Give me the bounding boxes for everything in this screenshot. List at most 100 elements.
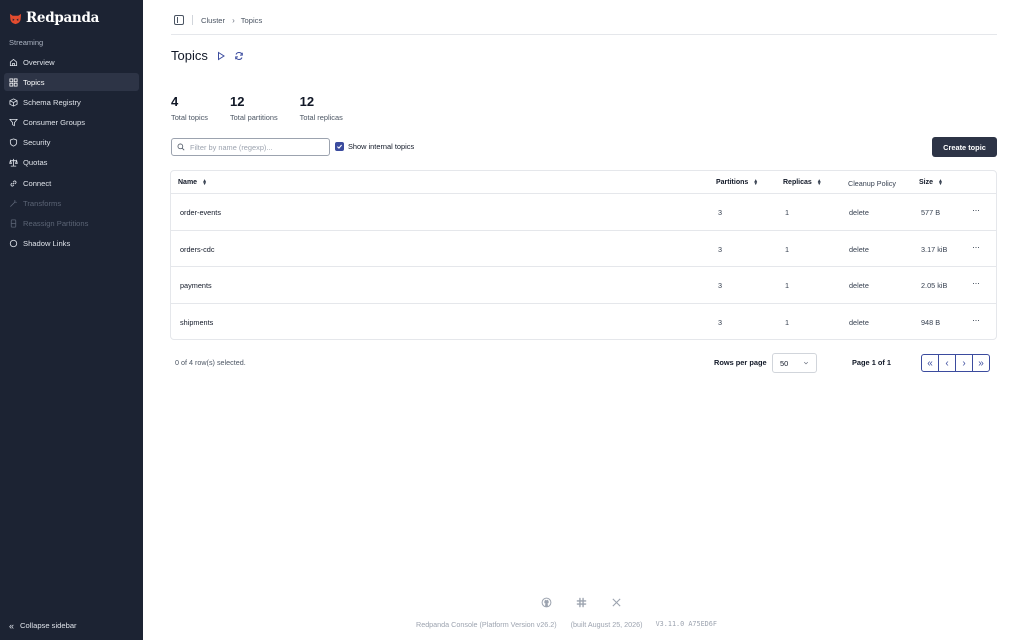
next-page-button[interactable]: › (955, 354, 973, 372)
table-row[interactable]: order-events 3 1 delete 577 B ··· (171, 194, 996, 231)
filter-input-wrapper (171, 138, 330, 156)
checkbox-checked[interactable] (335, 142, 344, 151)
sort-icon: ▲ ▼ (816, 177, 822, 187)
play-icon[interactable] (216, 51, 226, 61)
sidebar-item-label: Reassign Partitions (23, 219, 89, 228)
cell-replicas: 1 (785, 244, 790, 254)
column-header-partitions[interactable]: Partitions ▲ ▼ (716, 178, 758, 186)
breadcrumb-cluster[interactable]: Cluster (201, 16, 225, 25)
column-header-size[interactable]: Size ▲ ▼ (919, 177, 943, 187)
sidebar-item-label: Connect (23, 178, 52, 188)
more-actions-icon[interactable]: ··· (972, 315, 980, 325)
footer-version-info: Redpanda Console (Platform Version v26.2… (416, 620, 717, 629)
search-icon (177, 143, 185, 151)
breadcrumb-topics[interactable]: Topics (241, 16, 263, 25)
sidebar-item-overview[interactable]: Overview (4, 53, 139, 71)
footer-built-date: (built August 25, 2026) (570, 620, 643, 629)
refresh-icon[interactable] (234, 51, 244, 61)
brand-logo[interactable]: Redpanda (9, 10, 99, 26)
more-actions-icon[interactable]: ··· (972, 205, 980, 215)
funnel-icon (9, 118, 18, 127)
section-label-streaming: Streaming (9, 38, 44, 47)
sidebar-item-shadow-links[interactable]: Shadow Links (4, 235, 139, 253)
more-actions-icon[interactable]: ··· (972, 242, 980, 252)
rows-per-page-value: 50 (780, 358, 789, 368)
topic-name[interactable]: order-events (180, 208, 221, 217)
sidebar-item-label: Security (23, 138, 51, 148)
sidebar-item-consumer-groups[interactable]: Consumer Groups (4, 114, 139, 132)
show-internal-topics-toggle[interactable]: Show internal topics (335, 142, 414, 151)
sidebar-item-label: Schema Registry (23, 97, 81, 107)
stat-label: Total partitions (229, 113, 278, 122)
column-header-name[interactable]: Name ▲ ▼ (178, 178, 207, 186)
table-row[interactable]: shipments 3 1 delete 948 B ··· (171, 304, 996, 341)
sidebar-item-topics[interactable]: Topics (4, 73, 139, 92)
sort-icon: ▲ ▼ (938, 177, 943, 187)
footer-social-links (541, 597, 646, 609)
sidebar-toggle-icon[interactable] (174, 15, 184, 25)
table-header: Name ▲ ▼ Partitions ▲ ▼ Replicas ▲ ▼ Cleanu… (171, 171, 996, 194)
column-header-cleanup-policy: Cleanup Policy (848, 179, 896, 188)
cell-partitions: 3 (718, 281, 723, 290)
sidebar-item-security[interactable]: Security (4, 134, 139, 152)
stat-value: 12 (229, 94, 245, 109)
circle-icon (9, 239, 18, 248)
sidebar-item-transforms: Transforms (4, 194, 139, 212)
cell-cleanup-policy: delete (849, 244, 869, 254)
stat-total-partitions: 12 Total partitions (230, 94, 278, 122)
sidebar-item-reassign-partitions: Reassign Partitions (4, 215, 139, 233)
last-page-button[interactable]: » (972, 354, 990, 372)
first-page-button[interactable]: « (921, 354, 939, 372)
filter-input[interactable] (190, 142, 320, 152)
topic-name[interactable]: payments (180, 281, 212, 290)
stats-row: 4 Total topics 12 Total partitions 12 To… (171, 94, 365, 122)
stat-total-replicas: 12 Total replicas (300, 94, 343, 122)
footer-product: Redpanda Console (Platform Version v26.2… (416, 620, 557, 629)
cell-partitions: 3 (718, 317, 723, 327)
page-header: Topics (171, 48, 244, 63)
column-label: Name (178, 179, 198, 186)
sidebar: Redpanda Streaming Overview Topics Schem… (0, 0, 143, 640)
cell-size: 3.17 kiB (921, 244, 948, 254)
pagination-controls: « ‹ › » (921, 354, 990, 372)
slack-icon[interactable] (576, 597, 588, 609)
chevron-right-icon: › (232, 15, 235, 25)
cell-partitions: 3 (718, 244, 723, 254)
cell-cleanup-policy: delete (849, 317, 869, 327)
create-topic-button[interactable]: Create topic (932, 137, 997, 157)
column-label: Size (919, 179, 934, 186)
column-label: Replicas (783, 179, 812, 186)
table-row[interactable]: payments 3 1 delete 2.05 kiB ··· (171, 267, 996, 304)
sidebar-item-schema-registry[interactable]: Schema Registry (4, 93, 139, 111)
cell-size: 948 B (921, 317, 941, 327)
link-icon (9, 179, 18, 188)
sidebar-item-label: Consumer Groups (23, 118, 86, 128)
cell-size: 577 B (921, 208, 941, 217)
cell-partitions: 3 (718, 208, 723, 217)
grid-icon (9, 78, 18, 87)
table-row[interactable]: orders-cdc 3 1 delete 3.17 kiB ··· (171, 231, 996, 267)
more-actions-icon[interactable]: ··· (972, 278, 980, 288)
stat-label: Total replicas (299, 113, 343, 122)
stat-value: 12 (299, 94, 315, 109)
rows-per-page-select[interactable]: 50 (772, 353, 817, 373)
redpanda-logo-icon (9, 13, 22, 24)
sidebar-item-connect[interactable]: Connect (4, 174, 139, 192)
topic-name[interactable]: orders-cdc (180, 245, 214, 254)
column-header-replicas[interactable]: Replicas ▲ ▼ (783, 177, 822, 187)
page-info: Page 1 of 1 (852, 358, 892, 367)
collapse-sidebar-button[interactable]: « Collapse sidebar (9, 621, 77, 630)
previous-page-button[interactable]: ‹ (938, 354, 956, 372)
double-chevron-left-icon: « (9, 620, 15, 631)
sidebar-item-quotas[interactable]: Quotas (4, 154, 139, 172)
top-bar: Cluster › Topics (171, 10, 997, 35)
cell-size: 2.05 kiB (921, 281, 948, 290)
server-icon (9, 219, 18, 228)
check-icon (337, 144, 343, 149)
x-twitter-icon[interactable] (611, 597, 623, 609)
cell-replicas: 1 (785, 208, 790, 217)
cell-cleanup-policy: delete (849, 281, 869, 290)
github-icon[interactable] (541, 597, 553, 609)
column-label: Cleanup Policy (848, 179, 896, 188)
topic-name[interactable]: shipments (180, 318, 213, 327)
